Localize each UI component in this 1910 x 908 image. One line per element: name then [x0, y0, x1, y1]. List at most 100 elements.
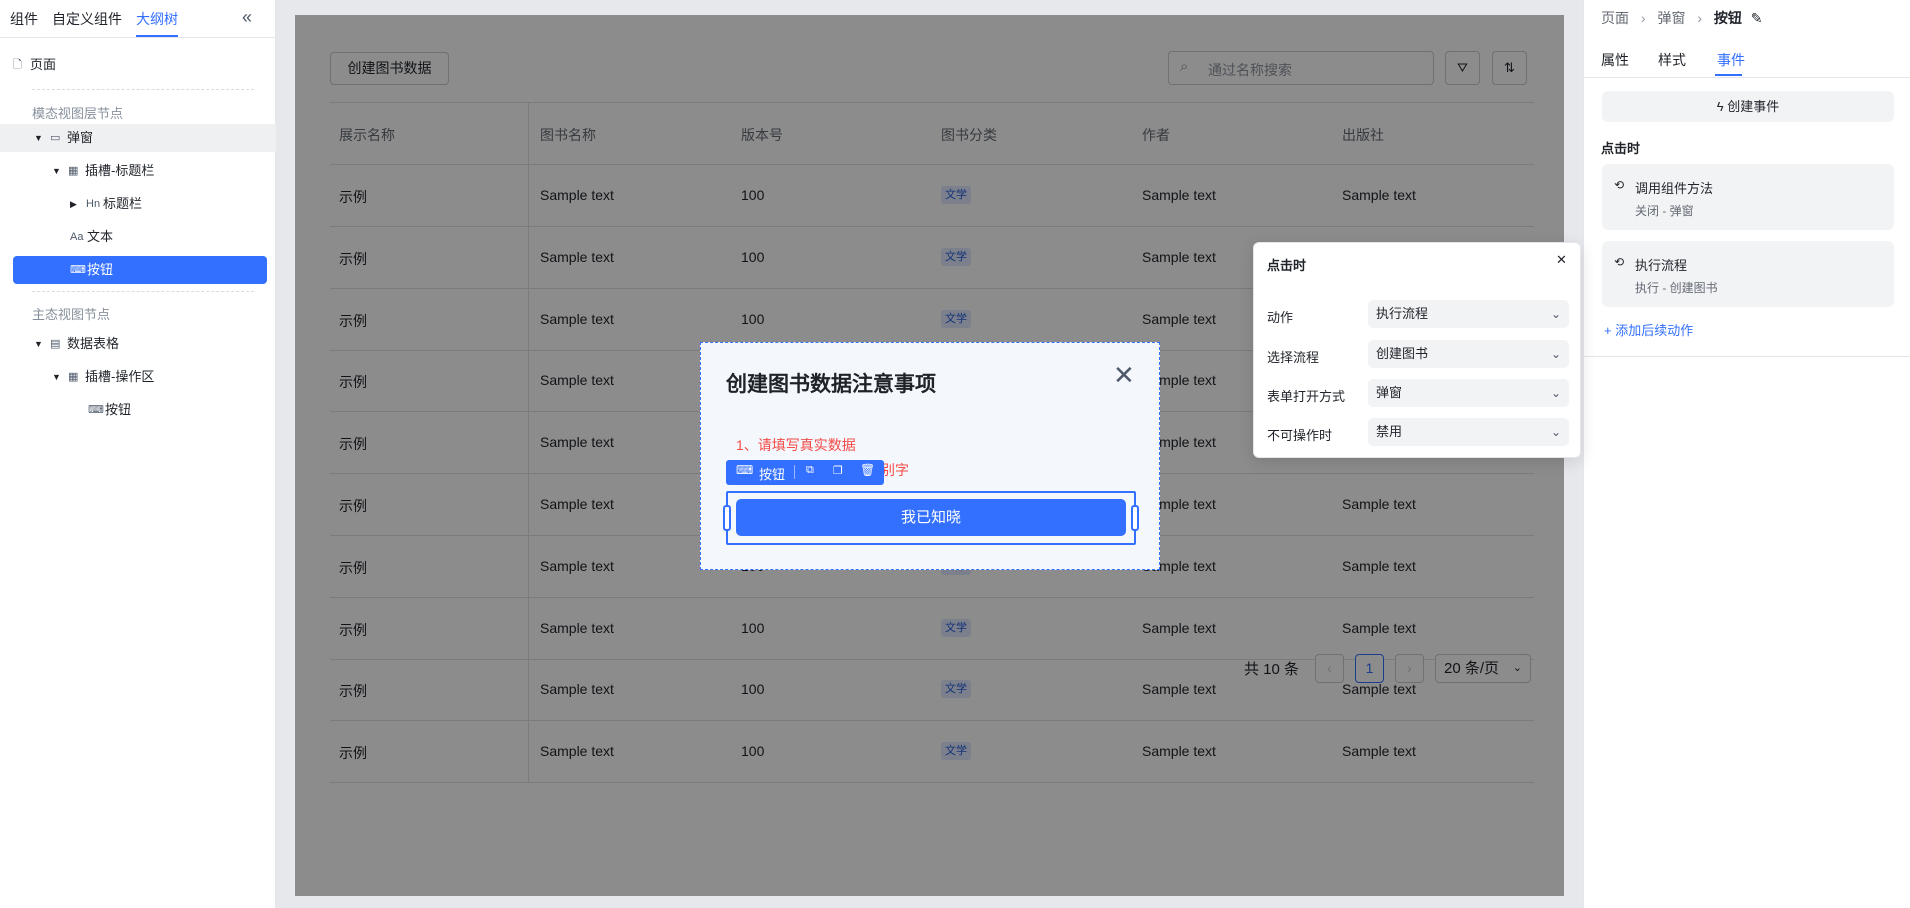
chevron-down-icon: ⌄ — [1550, 347, 1561, 361]
add-followup-label: 添加后续动作 — [1615, 323, 1694, 338]
popup-field-select[interactable]: 执行流程 ⌄ — [1368, 300, 1569, 328]
tree-node-text[interactable]: Aa 文本 — [0, 223, 276, 251]
plus-icon: + — [1604, 323, 1612, 338]
section-main-nodes: 主态视图节点 — [32, 307, 111, 322]
selected-button-outline: 我已知晓 — [723, 491, 1139, 545]
tab-outline-tree[interactable]: 大纲树 — [136, 9, 178, 37]
select-value: 创建图书 — [1376, 346, 1429, 361]
section-modal-nodes: 模态视图层节点 — [32, 106, 124, 121]
double-chevron-left-icon[interactable]: « — [236, 6, 258, 28]
duplicate-icon[interactable]: ❐ — [833, 464, 843, 477]
copy-icon[interactable]: ⧉ — [806, 464, 814, 477]
create-event-button[interactable]: ϟ 创建事件 — [1602, 91, 1894, 122]
chevron-down-icon: ⌄ — [1550, 386, 1561, 400]
caret-down-icon[interactable]: ▼ — [52, 363, 61, 391]
breadcrumb-modal[interactable]: 弹窗 — [1657, 10, 1685, 26]
action-detail: 关闭 - 弹窗 — [1635, 204, 1694, 218]
popup-field-label: 选择流程 — [1267, 350, 1320, 365]
tab-custom-components[interactable]: 自定义组件 — [52, 9, 122, 29]
popup-field-label: 表单打开方式 — [1267, 389, 1346, 404]
action-card-call-method[interactable]: ⟲ 调用组件方法 关闭 - 弹窗 — [1602, 164, 1894, 230]
modal-dialog: 创建图书数据注意事项 ✕ 1、请填写真实数据 别字 ⌨ 按钮 ⧉ ❐ 🗑 我已知… — [700, 342, 1160, 570]
notice-line-1: 1、请填写真实数据 — [736, 437, 856, 453]
button-icon: ⌨ — [88, 404, 104, 416]
action-detail: 执行 - 创建图书 — [1635, 281, 1718, 295]
chevron-right-icon: › — [1697, 10, 1703, 26]
resize-handle-left[interactable] — [723, 505, 731, 531]
tab-events[interactable]: 事件 — [1717, 50, 1745, 70]
edit-icon[interactable]: ✎ — [1751, 10, 1763, 26]
breadcrumb: 页面 › 弹窗 › 按钮 ✎ — [1601, 8, 1763, 28]
close-icon[interactable]: ✕ — [1556, 252, 1567, 268]
select-value: 禁用 — [1376, 424, 1403, 439]
notice-line-2: 别字 — [881, 462, 909, 478]
action-title: 调用组件方法 — [1635, 181, 1714, 196]
close-icon[interactable]: ✕ — [1113, 361, 1135, 389]
selection-toolbar: ⌨ 按钮 ⧉ ❐ 🗑 — [726, 460, 884, 485]
add-followup-action-link[interactable]: + 添加后续动作 — [1604, 320, 1693, 339]
method-icon: ⟲ — [1614, 178, 1625, 192]
breadcrumb-current: 按钮 — [1713, 10, 1742, 26]
divider — [32, 291, 254, 292]
tree-node-label: 按钮 — [105, 402, 132, 417]
table-icon: ▤ — [50, 338, 61, 350]
tree-node-label: 插槽-标题栏 — [85, 163, 155, 178]
caret-down-icon[interactable]: ▼ — [52, 157, 61, 185]
tree-node-label: 标题栏 — [103, 196, 143, 211]
toolbar-component-label: 按钮 — [759, 467, 786, 482]
select-value: 执行流程 — [1376, 306, 1429, 321]
slot-icon: ▦ — [68, 165, 79, 177]
page-icon: 🗋 — [13, 59, 22, 71]
tree-node-slot[interactable]: ▼ ▦ 插槽-标题栏 — [0, 157, 276, 185]
caret-down-icon[interactable]: ▼ — [34, 124, 43, 152]
action-card-run-flow[interactable]: ⟲ 执行流程 执行 - 创建图书 — [1602, 241, 1894, 307]
popup-field-select[interactable]: 禁用 ⌄ — [1368, 418, 1569, 446]
tree-node-label: 插槽-操作区 — [85, 369, 155, 384]
chevron-down-icon: ⌄ — [1550, 307, 1561, 321]
popup-field-select[interactable]: 创建图书 ⌄ — [1368, 340, 1569, 368]
resize-handle-right[interactable] — [1131, 505, 1139, 531]
tree-node-table[interactable]: ▼ ▤ 数据表格 — [0, 330, 276, 358]
breadcrumb-page[interactable]: 页面 — [1601, 10, 1629, 26]
tab-components[interactable]: 组件 — [10, 9, 38, 29]
tab-properties[interactable]: 属性 — [1601, 50, 1629, 70]
tree-node-label: 弹窗 — [67, 130, 94, 145]
popup-field-select[interactable]: 弹窗 ⌄ — [1368, 379, 1569, 407]
trash-icon[interactable]: 🗑 — [860, 463, 875, 477]
tree-node-slot[interactable]: ▼ ▦ 插槽-操作区 — [0, 363, 276, 391]
popup-title: 点击时 — [1267, 258, 1307, 273]
modal-title: 创建图书数据注意事项 — [726, 373, 936, 396]
tree-node-heading[interactable]: ▶ Hn 标题栏 — [0, 190, 276, 218]
event-on-click-label: 点击时 — [1601, 141, 1641, 156]
event-config-popup: 点击时 ✕ 动作 执行流程 ⌄ 选择流程 创建图书 ⌄ 表单打开方式 弹窗 ⌄ 不可操作时 禁用 ⌄ — [1253, 242, 1581, 458]
slot-icon: ▦ — [68, 371, 79, 383]
text-icon: Aa — [70, 231, 84, 243]
popup-field-label: 动作 — [1267, 310, 1294, 325]
properties-panel: 页面 › 弹窗 › 按钮 ✎ 属性 样式 事件 ϟ 创建事件 点击时 ⟲ 调用组… — [1583, 0, 1910, 908]
tabs-divider — [1584, 77, 1910, 78]
tree-node-button[interactable]: ⌨ 按钮 — [0, 396, 276, 424]
create-event-label: 创建事件 — [1727, 99, 1780, 114]
section-divider — [1584, 356, 1910, 357]
select-value: 弹窗 — [1376, 385, 1403, 400]
caret-down-icon[interactable]: ▼ — [34, 330, 43, 358]
button-icon: ⌨ — [70, 264, 86, 276]
flow-icon: ⟲ — [1614, 255, 1625, 269]
popup-field-label: 不可操作时 — [1267, 428, 1333, 443]
tree-node-page[interactable]: 🗋 页面 — [0, 51, 276, 79]
button-icon: ⌨ — [736, 463, 754, 477]
tree-node-button[interactable]: ⌨ 按钮 — [13, 256, 267, 284]
outline-panel: 组件 自定义组件 大纲树 « 🗋 页面 模态视图层节点 ▼ ▭ 弹窗 ▼ ▦ 插槽-标题栏… — [0, 0, 276, 908]
acknowledge-button[interactable]: 我已知晓 — [736, 499, 1126, 536]
tree-node-label: 按钮 — [87, 262, 114, 277]
divider — [32, 89, 254, 90]
heading-icon: Hn — [86, 198, 101, 210]
action-title: 执行流程 — [1635, 258, 1688, 273]
caret-right-icon[interactable]: ▶ — [70, 190, 77, 218]
tree-node-label: 数据表格 — [67, 336, 120, 351]
lightning-icon: ϟ — [1716, 99, 1724, 114]
tree-node-modal[interactable]: ▼ ▭ 弹窗 — [0, 124, 276, 152]
chevron-down-icon: ⌄ — [1550, 425, 1561, 439]
tab-styles[interactable]: 样式 — [1658, 50, 1686, 70]
active-tab-indicator — [1715, 74, 1742, 76]
